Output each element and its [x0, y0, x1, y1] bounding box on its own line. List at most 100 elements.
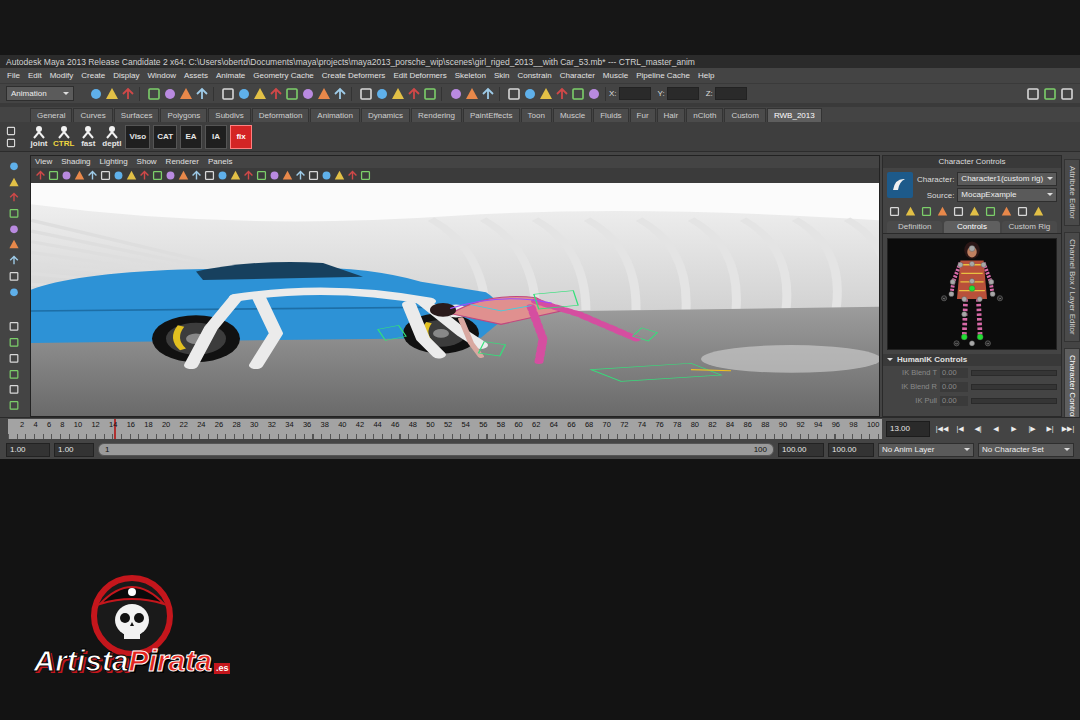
tool-icon[interactable]	[953, 206, 964, 217]
tool-icon[interactable]	[269, 170, 280, 181]
playback-button[interactable]: |▶	[1024, 422, 1040, 436]
menu-item[interactable]: Skin	[494, 68, 510, 83]
shelf-button[interactable]: deptl	[101, 125, 122, 148]
shelf-tab[interactable]: Toon	[521, 108, 552, 122]
menu-item[interactable]: Character	[560, 68, 595, 83]
tool-icon[interactable]	[243, 170, 254, 181]
effector[interactable]	[969, 245, 975, 251]
shelf-button[interactable]: joint	[29, 125, 49, 148]
pink-character[interactable]	[430, 297, 636, 362]
shelf-button[interactable]: CAT	[153, 125, 177, 149]
playback-button[interactable]: ◀	[988, 422, 1004, 436]
effector[interactable]	[969, 285, 975, 291]
tool-icon[interactable]	[359, 87, 373, 101]
effector[interactable]	[969, 261, 974, 266]
range-bar[interactable]: 1100	[98, 443, 774, 456]
layout-icon[interactable]	[1043, 87, 1057, 101]
menu-item[interactable]: Assets	[184, 68, 208, 83]
shelf-button[interactable]: fast	[78, 125, 98, 148]
pin-toggle-icon[interactable]	[942, 296, 947, 301]
menu-item[interactable]: File	[7, 68, 20, 83]
shelf-tab[interactable]: Custom	[724, 108, 766, 122]
tool-icon[interactable]	[375, 87, 389, 101]
playback-button[interactable]: ◀|	[970, 422, 986, 436]
viewport-menu-item[interactable]: Shading	[61, 156, 90, 168]
tool-icon[interactable]	[889, 206, 900, 217]
menu-item[interactable]: Constrain	[517, 68, 551, 83]
white-character[interactable]	[191, 291, 481, 365]
menu-item[interactable]: Create	[81, 68, 105, 83]
layout-icon[interactable]	[5, 337, 23, 348]
shelf-tab[interactable]: Dynamics	[361, 108, 410, 122]
shelf-tab[interactable]: Surfaces	[114, 108, 160, 122]
tool-icon[interactable]	[587, 87, 601, 101]
tool-icon[interactable]	[100, 170, 111, 181]
tool-icon[interactable]	[5, 208, 23, 219]
tool-icon[interactable]	[121, 87, 135, 101]
tool-icon[interactable]	[5, 287, 23, 298]
effector[interactable]	[961, 334, 967, 340]
slider-value[interactable]: 0.00	[940, 396, 968, 406]
tool-icon[interactable]	[147, 87, 161, 101]
effector[interactable]	[977, 334, 983, 340]
tool-icon[interactable]	[5, 239, 23, 250]
pin-toggle-icon[interactable]	[985, 341, 990, 346]
tool-icon[interactable]	[539, 87, 553, 101]
pin-toggle-icon[interactable]	[954, 341, 959, 346]
coord-input[interactable]	[715, 87, 747, 100]
shelf-tab[interactable]: Hair	[657, 108, 686, 122]
tool-icon[interactable]	[178, 170, 189, 181]
tool-icon[interactable]	[285, 87, 299, 101]
shelf-tab[interactable]: Muscle	[553, 108, 592, 122]
shelf-menu-icon[interactable]	[6, 126, 16, 136]
slider-track[interactable]	[971, 384, 1057, 390]
slider-value[interactable]: 0.00	[940, 368, 968, 378]
tool-icon[interactable]	[905, 206, 916, 217]
menu-item[interactable]: Create Deformers	[322, 68, 386, 83]
tool-icon[interactable]	[152, 170, 163, 181]
range-end-field[interactable]: 100.00	[778, 443, 824, 457]
tool-icon[interactable]	[523, 87, 537, 101]
ik-controls[interactable]	[378, 291, 731, 382]
character-select[interactable]: Character1(custom rig)	[957, 172, 1057, 186]
tool-icon[interactable]	[48, 170, 59, 181]
viewport-canvas[interactable]	[31, 183, 879, 416]
tool-icon[interactable]	[5, 192, 23, 203]
mode-select[interactable]: Animation	[6, 86, 74, 101]
effector[interactable]	[969, 279, 974, 284]
tool-icon[interactable]	[321, 170, 332, 181]
effector[interactable]	[981, 262, 986, 267]
anim-layer-select[interactable]: No Anim Layer	[878, 443, 974, 457]
playback-button[interactable]: ▶	[1006, 422, 1022, 436]
timeline-track[interactable]: 2468101214161820222426283032343638404244…	[8, 419, 882, 439]
tool-icon[interactable]	[5, 271, 23, 282]
tool-icon[interactable]	[87, 170, 98, 181]
start-time-field[interactable]: 1.00	[6, 443, 50, 457]
menu-item[interactable]: Muscle	[603, 68, 628, 83]
side-tab[interactable]: Channel Box / Layer Editor	[1064, 232, 1080, 342]
tool-icon[interactable]	[571, 87, 585, 101]
layout-icon[interactable]	[5, 369, 23, 380]
panel-tab[interactable]: Definition	[887, 221, 942, 233]
tool-icon[interactable]	[35, 170, 46, 181]
tool-icon[interactable]	[969, 206, 980, 217]
playback-button[interactable]: ▶▶|	[1060, 422, 1076, 436]
effector[interactable]	[962, 297, 967, 302]
menu-item[interactable]: Pipeline Cache	[636, 68, 690, 83]
tool-icon[interactable]	[230, 170, 241, 181]
tool-icon[interactable]	[5, 161, 23, 172]
layout-icon[interactable]	[1060, 87, 1074, 101]
tool-icon[interactable]	[334, 170, 345, 181]
menu-item[interactable]: Edit Deformers	[393, 68, 446, 83]
tool-icon[interactable]	[1033, 206, 1044, 217]
range-start-field[interactable]: 1.00	[54, 443, 94, 457]
source-select[interactable]: MocapExample	[957, 188, 1057, 202]
tool-icon[interactable]	[74, 170, 85, 181]
shelf-tab[interactable]: Animation	[310, 108, 360, 122]
viewport-menu-item[interactable]: View	[35, 156, 52, 168]
menu-item[interactable]: Display	[113, 68, 139, 83]
tool-icon[interactable]	[481, 87, 495, 101]
shelf-button[interactable]: IA	[205, 125, 227, 149]
tool-icon[interactable]	[423, 87, 437, 101]
tool-icon[interactable]	[105, 87, 119, 101]
